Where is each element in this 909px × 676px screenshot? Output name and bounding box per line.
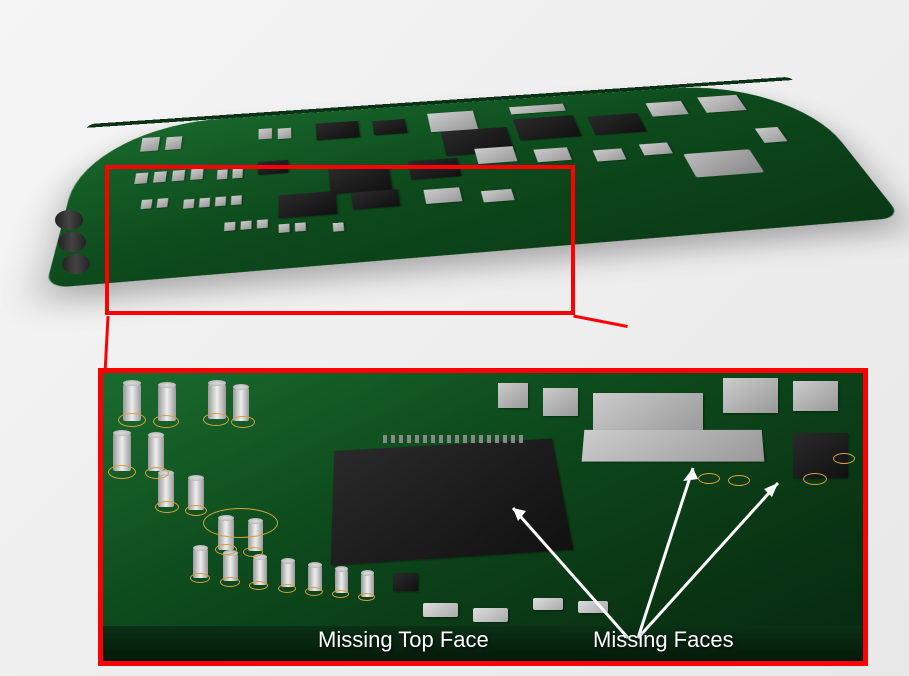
smd-component	[723, 378, 778, 413]
defect-circle	[203, 508, 278, 538]
defect-circle	[118, 413, 146, 427]
smd-component	[793, 381, 838, 411]
defect-circle	[231, 416, 255, 428]
defect-circle	[833, 453, 855, 464]
defect-circle	[249, 581, 268, 590]
smd-component	[543, 388, 578, 416]
defect-circle	[332, 590, 349, 598]
smd-component	[498, 383, 528, 408]
defect-circle	[185, 505, 207, 516]
solder-pad	[423, 603, 458, 617]
audio-jack-1	[55, 210, 83, 230]
defect-circle	[108, 465, 136, 479]
annotation-arrow-1	[498, 493, 648, 643]
cad-viewport: Missing Top Face Missing Faces	[0, 0, 909, 676]
defect-circle	[145, 467, 169, 479]
defect-circle	[153, 415, 179, 428]
defect-circle	[190, 573, 210, 583]
defect-circle	[155, 501, 179, 513]
annotation-label-1: Missing Top Face	[318, 627, 489, 653]
detail-zoom-view: Missing Top Face Missing Faces	[98, 368, 868, 666]
highlight-region-box	[105, 165, 575, 315]
capacitor	[148, 435, 164, 471]
defect-circle	[305, 587, 323, 596]
defect-circle	[243, 547, 263, 557]
defect-circle	[803, 473, 827, 485]
annotation-arrow-2	[628, 453, 788, 643]
defect-circle	[215, 544, 237, 555]
audio-jack-3	[62, 254, 90, 274]
component-missing-face	[593, 393, 703, 433]
annotation-label-2: Missing Faces	[593, 627, 734, 653]
ic-pins	[383, 435, 523, 443]
defect-circle	[278, 584, 296, 593]
audio-jack-2	[58, 232, 86, 252]
defect-circle	[220, 577, 240, 587]
defect-circle	[203, 413, 229, 426]
smd-component	[393, 573, 418, 591]
defect-circle	[358, 593, 375, 601]
